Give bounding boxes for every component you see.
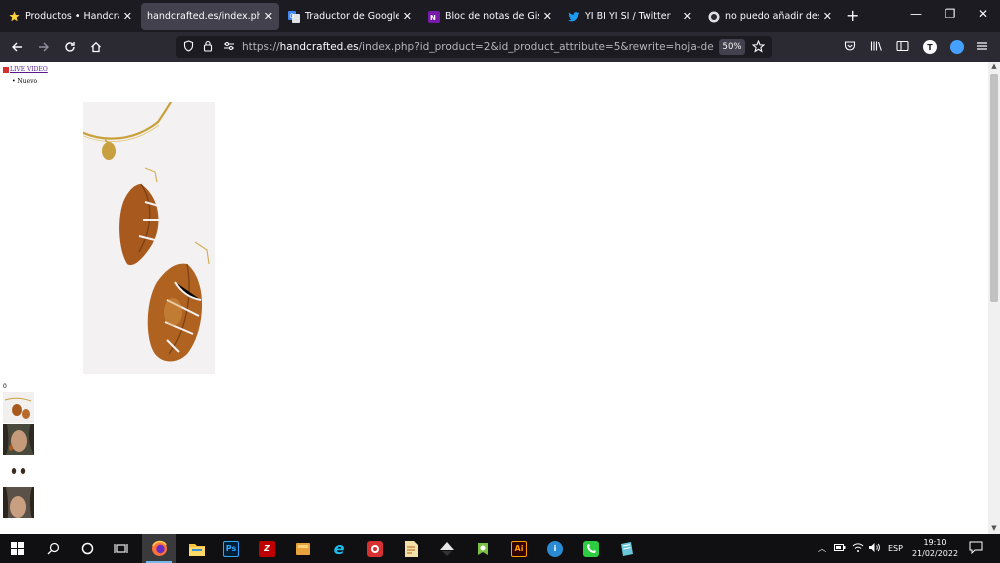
tab-twitter[interactable]: YI BI YI SI / Twitter ✕: [562, 3, 698, 30]
battery-icon[interactable]: [834, 543, 846, 554]
illustrator-icon[interactable]: Ai: [502, 534, 536, 563]
bookmark-star-icon[interactable]: [751, 39, 766, 56]
tab-title: Productos • Handcrafted: [25, 11, 119, 22]
close-icon[interactable]: ✕: [123, 10, 132, 23]
thumbnail-small-earrings[interactable]: [3, 456, 34, 487]
lock-icon[interactable]: [203, 40, 213, 55]
tab-productos[interactable]: Productos • Handcrafted ✕: [2, 3, 138, 30]
reload-icon[interactable]: [60, 37, 80, 57]
tab-title: no puedo añadir descripc: [725, 11, 819, 22]
windows-taskbar: Ps Z e Ai i ︿ ESP 19:10 21/02/2022: [0, 534, 1000, 563]
notification-icon[interactable]: [969, 541, 983, 556]
url-path: /index.php?id_product=2&id_product_attri…: [358, 41, 714, 53]
google-translate-icon: G: [288, 10, 300, 23]
page-scrollbar[interactable]: ▲ ▼: [988, 62, 1000, 534]
svg-text:G: G: [290, 13, 295, 20]
new-tab-button[interactable]: +: [846, 6, 859, 25]
language-indicator[interactable]: ESP: [888, 544, 903, 553]
tab-title: handcrafted.es/index.php?id_: [147, 11, 260, 22]
wifi-icon[interactable]: [852, 542, 864, 555]
info-label: i: [547, 540, 563, 557]
permissions-icon[interactable]: [223, 40, 235, 55]
tab-no-puedo[interactable]: no puedo añadir descripc ✕: [702, 3, 838, 30]
url-scheme: https://: [242, 41, 280, 53]
tab-title: Traductor de Google: [305, 11, 399, 22]
nuevo-list-item: Nuevo: [12, 78, 37, 85]
cortana-icon[interactable]: [70, 534, 104, 563]
shield-icon[interactable]: [183, 40, 194, 55]
task-view-icon[interactable]: [104, 534, 138, 563]
star-icon: [8, 11, 20, 23]
page-viewport: LIVE VIDEO Nuevo 0: [0, 62, 988, 534]
svg-text:N: N: [430, 14, 436, 22]
photoshop-icon[interactable]: Ps: [214, 534, 248, 563]
counter-text: 0: [3, 383, 7, 390]
ie-label: e: [333, 539, 345, 558]
internet-explorer-icon[interactable]: e: [322, 534, 356, 563]
photoshop-label: Ps: [223, 540, 239, 557]
close-icon[interactable]: ✕: [264, 10, 273, 23]
scroll-thumb[interactable]: [990, 74, 998, 302]
home-icon[interactable]: [86, 37, 106, 57]
thumbnail-model-portrait[interactable]: [3, 487, 34, 518]
screen: Productos • Handcrafted ✕ handcrafted.es…: [0, 0, 1000, 563]
account-avatar[interactable]: T: [923, 40, 937, 54]
speaker-icon[interactable]: [868, 542, 881, 555]
forward-arrow-icon[interactable]: [34, 37, 54, 57]
close-icon[interactable]: ✕: [823, 10, 832, 23]
tab-bloc-notas[interactable]: N Bloc de notas de Gisela - ✕: [422, 3, 558, 30]
phone-icon[interactable]: [574, 534, 608, 563]
recorder-icon[interactable]: [358, 534, 392, 563]
filezilla-label: Z: [259, 540, 275, 557]
zoom-level-button[interactable]: 50%: [719, 39, 745, 55]
inkscape-icon[interactable]: [430, 534, 464, 563]
filezilla-icon[interactable]: Z: [250, 534, 284, 563]
tab-strip: Productos • Handcrafted ✕ handcrafted.es…: [0, 0, 1000, 32]
windows-start-icon[interactable]: [0, 534, 34, 563]
close-icon[interactable]: ✕: [403, 10, 412, 23]
extension-icon[interactable]: [950, 40, 964, 54]
tab-title: Bloc de notas de Gisela -: [445, 11, 539, 22]
folder-icon[interactable]: [286, 534, 320, 563]
tab-title: YI BI YI SI / Twitter: [585, 11, 671, 22]
live-video-link[interactable]: LIVE VIDEO: [3, 66, 48, 73]
thumbnail-earrings[interactable]: [3, 392, 34, 423]
scroll-down-arrow-icon[interactable]: ▼: [988, 524, 1000, 534]
file-explorer-icon[interactable]: [180, 534, 214, 563]
info-icon[interactable]: i: [538, 534, 572, 563]
back-arrow-icon[interactable]: [7, 37, 27, 57]
restore-icon[interactable]: ❐: [942, 7, 958, 21]
product-image[interactable]: [83, 102, 215, 374]
close-icon[interactable]: ✕: [683, 10, 692, 23]
library-icon[interactable]: [870, 40, 883, 55]
close-icon[interactable]: ✕: [543, 10, 552, 23]
illustrator-label: Ai: [511, 540, 527, 557]
search-icon[interactable]: [36, 534, 70, 563]
pocket-icon[interactable]: [844, 40, 856, 55]
tab-traductor[interactable]: G Traductor de Google ✕: [282, 3, 418, 30]
url-text[interactable]: https://handcrafted.es/index.php?id_prod…: [242, 41, 714, 53]
green-app-icon[interactable]: [466, 534, 500, 563]
firefox-icon[interactable]: [142, 534, 176, 563]
live-badge-icon: [3, 66, 9, 73]
twitter-icon: [568, 11, 580, 23]
clock-date: 21/02/2022: [911, 549, 959, 558]
close-window-icon[interactable]: ✕: [975, 7, 991, 21]
menu-icon[interactable]: [976, 40, 988, 55]
system-clock[interactable]: 19:10 21/02/2022: [908, 537, 962, 559]
thumbnail-model[interactable]: [3, 424, 34, 455]
onenote-icon: N: [428, 10, 440, 23]
sidebar-icon[interactable]: [896, 40, 909, 55]
url-host: handcrafted.es: [279, 41, 359, 53]
tray-chevron-icon[interactable]: ︿: [818, 543, 826, 554]
globe-icon: [708, 11, 720, 23]
minimize-icon[interactable]: —: [908, 7, 924, 21]
live-video-label: LIVE VIDEO: [10, 66, 48, 73]
tab-handcrafted[interactable]: handcrafted.es/index.php?id_ ✕: [141, 3, 279, 30]
document-icon[interactable]: [394, 534, 428, 563]
scroll-up-arrow-icon[interactable]: ▲: [988, 62, 1000, 72]
clock-time: 19:10: [923, 538, 947, 547]
notebook-icon[interactable]: [610, 534, 644, 563]
